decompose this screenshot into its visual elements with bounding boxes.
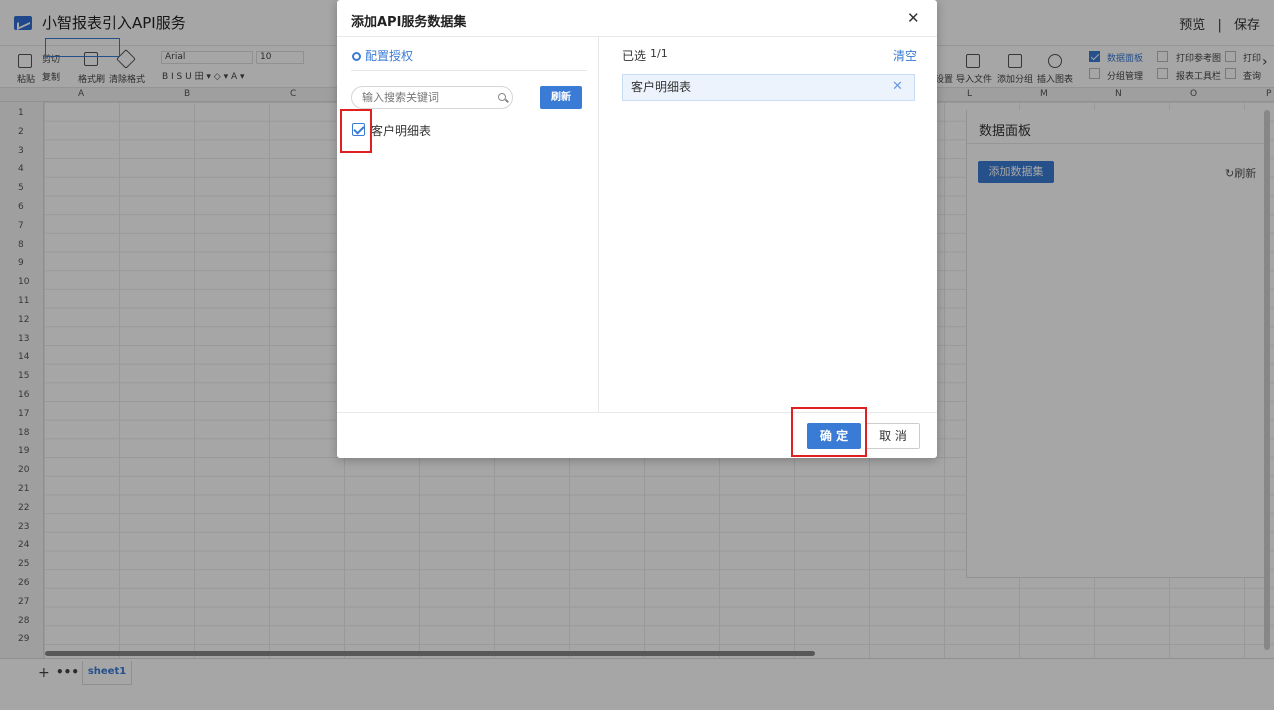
add-api-dataset-dialog: 添加API服务数据集 ✕ 配置授权 刷新 客户明细表 已选 1/1 清空 客户明… [337,0,937,458]
config-auth-label: 配置授权 [365,49,414,63]
refresh-button[interactable]: 刷新 [540,86,582,109]
dialog-title: 添加API服务数据集 [351,15,467,30]
search-input[interactable] [351,86,513,109]
gear-icon [352,52,361,61]
selected-count: 1/1 [650,47,668,60]
highlight-box-confirm [791,407,867,457]
selected-item: 客户明细表 [622,74,915,101]
dataset-list-pane: 配置授权 刷新 客户明细表 [337,37,599,412]
app-window: 小智报表引入API服务 预览 | 保存 粘贴 剪切 复制 格式刷 清除格式 Ar… [0,0,1274,710]
search-icon[interactable] [498,93,506,101]
selected-pane: 已选 1/1 清空 客户明细表 ✕ [600,37,937,412]
clear-button[interactable]: 清空 [893,47,917,64]
remove-selected-icon[interactable]: ✕ [892,79,903,94]
dialog-header: 添加API服务数据集 ✕ [337,0,937,37]
config-auth-link[interactable]: 配置授权 [352,47,413,64]
config-divider [351,70,587,71]
highlight-box-checkbox [340,109,372,153]
close-icon[interactable]: ✕ [907,9,920,27]
dataset-item-label[interactable]: 客户明细表 [371,122,431,139]
selected-label: 已选 [622,49,647,63]
cancel-button[interactable]: 取 消 [866,423,920,449]
